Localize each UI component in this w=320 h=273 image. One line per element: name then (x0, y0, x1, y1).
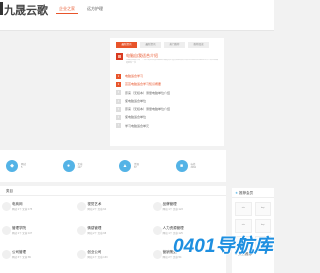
list-rank: 3 (116, 90, 121, 96)
stat-value: 127 (77, 166, 82, 169)
category-name: 公司管理 (12, 250, 26, 254)
member-logo[interactable]: site (235, 202, 252, 216)
category-icon (77, 202, 87, 211)
member-logo[interactable]: bayi (254, 202, 271, 216)
category-name: 人力资源管理 (162, 226, 184, 230)
list-item[interactable]: 2 芸芸电脑适合学习知识概要 (116, 80, 218, 88)
list-item[interactable]: 6 使电脑适合单位 (116, 113, 218, 121)
sidebar-title: 推荐会员 (239, 191, 254, 195)
list-text: 原来（无权本）测量电脑单位介绍 (125, 90, 171, 95)
category-item[interactable]: 创业公司网站:1个 文章:133 (75, 246, 150, 270)
site-logo[interactable]: 九晟云歌 (0, 2, 48, 18)
category-icon (2, 250, 11, 259)
list-item[interactable]: 3 原来（无权本）测量电脑单位介绍 (116, 89, 218, 97)
list-item[interactable]: 5 原来（无权本）测量电脑单位介绍 (116, 105, 218, 113)
category-section: 类目 电商网网站:1个 文章:175 视觉艺术网站:2个 文章:64 品牌管理网… (0, 186, 226, 273)
category-name: 创业公司 (87, 250, 102, 254)
category-meta: 网站:2个 文章:98 (87, 232, 107, 235)
list-text: 电脑适合学习 (125, 74, 144, 78)
category-item[interactable]: 管理学院网站:1个 文章:107 (0, 222, 75, 246)
stat-value: 3062 (190, 166, 197, 169)
list-text: 芸芸电脑适合学习知识概要 (125, 82, 162, 87)
stat-item: ◆ 网站 5 (0, 150, 57, 182)
star-icon: ★ (235, 191, 239, 195)
category-icon (152, 226, 162, 235)
stat-value: 87 (134, 166, 137, 169)
list-rank: 7 (116, 123, 121, 129)
list-rank: 2 (116, 81, 121, 87)
category-meta: 网站:2个 文章:64 (87, 208, 107, 211)
list-rank: 5 (116, 106, 121, 112)
tab-2[interactable]: 最新资讯 (140, 42, 161, 48)
category-item[interactable]: 品牌管理网站:1个 文章:123 (151, 198, 226, 222)
list-rank: 6 (116, 115, 121, 121)
list-text: 使电脑适合单位 (125, 98, 147, 103)
stat-item: ● 文章 127 (57, 150, 114, 182)
list-text: 使电脑适合单位 (125, 115, 147, 120)
nav-item-1[interactable]: 企业之家 (56, 4, 78, 14)
nav-item-2[interactable]: 远方护理 (84, 4, 106, 14)
category-name: 品牌管理 (162, 202, 177, 206)
stat-item: ▲ 资源 87 (113, 150, 170, 182)
category-icon (152, 250, 162, 259)
category-item[interactable]: 情感管理网站:2个 文章:98 (75, 222, 150, 246)
category-name: 管理学院 (12, 226, 26, 230)
top-bar: 九晟云歌 企业之家 远方护理 (0, 0, 274, 31)
article-panel: 最新资讯 最新资讯 热门推荐 推荐阅读 电脑自我适合介绍 电脑自我适合每一个科学… (110, 38, 224, 146)
watermark-text: 0401导航库 (173, 235, 274, 257)
category-icon (152, 202, 162, 211)
stat-icon: ◆ (6, 160, 18, 172)
site-stats: ◆ 网站 5 ● 文章 127 ▲ 资源 87 ■ 标签 3062 (0, 150, 226, 182)
category-meta: 网站:1个 文章:133 (87, 256, 108, 259)
tab-4[interactable]: 推荐阅读 (188, 42, 209, 48)
list-item[interactable]: 1 电脑适合学习 (116, 72, 218, 80)
sidebar-heading: ★推荐会员 (232, 188, 274, 198)
category-name: 电商网 (12, 202, 23, 206)
featured-thumbnail (116, 53, 123, 60)
logo-text: 九晟云歌 (4, 5, 48, 17)
featured-description: 电脑自我适合每一个科学的标准使用来服务精选有价值文章推荐给您资讯内容标准化整理综… (126, 59, 218, 64)
category-name: 情感管理 (87, 226, 102, 230)
logo-mark (0, 2, 3, 15)
featured-article[interactable]: 电脑自我适合介绍 电脑自我适合每一个科学的标准使用来服务精选有价值文章推荐给您资… (116, 53, 218, 69)
category-meta: 网站:1个 文章:175 (12, 208, 33, 211)
category-icon (2, 226, 11, 235)
category-item[interactable]: 公司管理网站:3个 文章:89 (0, 246, 75, 270)
watermark: 0401导航库 (172, 234, 274, 258)
category-icon (2, 202, 11, 211)
stat-icon: ■ (175, 160, 188, 172)
panel-tabs: 最新资讯 最新资讯 热门推荐 推荐阅读 (116, 42, 209, 48)
tab-1[interactable]: 最新资讯 (116, 42, 137, 48)
list-item[interactable]: 4 使电脑适合单位 (116, 97, 218, 105)
list-text: 原来（无权本）测量电脑单位介绍 (125, 107, 171, 112)
category-icon (77, 226, 87, 235)
stat-value: 5 (21, 166, 23, 169)
list-item[interactable]: 7 学习电脑适合单元 (116, 122, 218, 130)
category-name: 视觉艺术 (87, 202, 102, 206)
stat-item: ■ 标签 3062 (170, 150, 227, 182)
list-text: 学习电脑适合单元 (125, 123, 150, 128)
article-list: 1 电脑适合学习 2 芸芸电脑适合学习知识概要 3 原来（无权本）测量电脑单位介绍 4… (116, 72, 218, 130)
category-meta: 网站:3个 文章:89 (12, 256, 31, 259)
category-heading: 类目 (0, 186, 226, 196)
stat-icon: ▲ (119, 160, 131, 172)
list-rank: 4 (116, 98, 121, 104)
category-icon (77, 250, 87, 259)
category-item[interactable]: 电商网网站:1个 文章:175 (0, 198, 75, 222)
category-item[interactable]: 视觉艺术网站:2个 文章:64 (75, 198, 150, 222)
list-rank: 1 (116, 73, 121, 79)
tab-3[interactable]: 热门推荐 (164, 42, 185, 48)
stat-icon: ● (62, 160, 75, 172)
main-nav: 企业之家 远方护理 (56, 4, 106, 14)
category-meta: 网站:1个 文章:107 (12, 232, 33, 235)
category-meta: 网站:1个 文章:123 (162, 208, 183, 211)
